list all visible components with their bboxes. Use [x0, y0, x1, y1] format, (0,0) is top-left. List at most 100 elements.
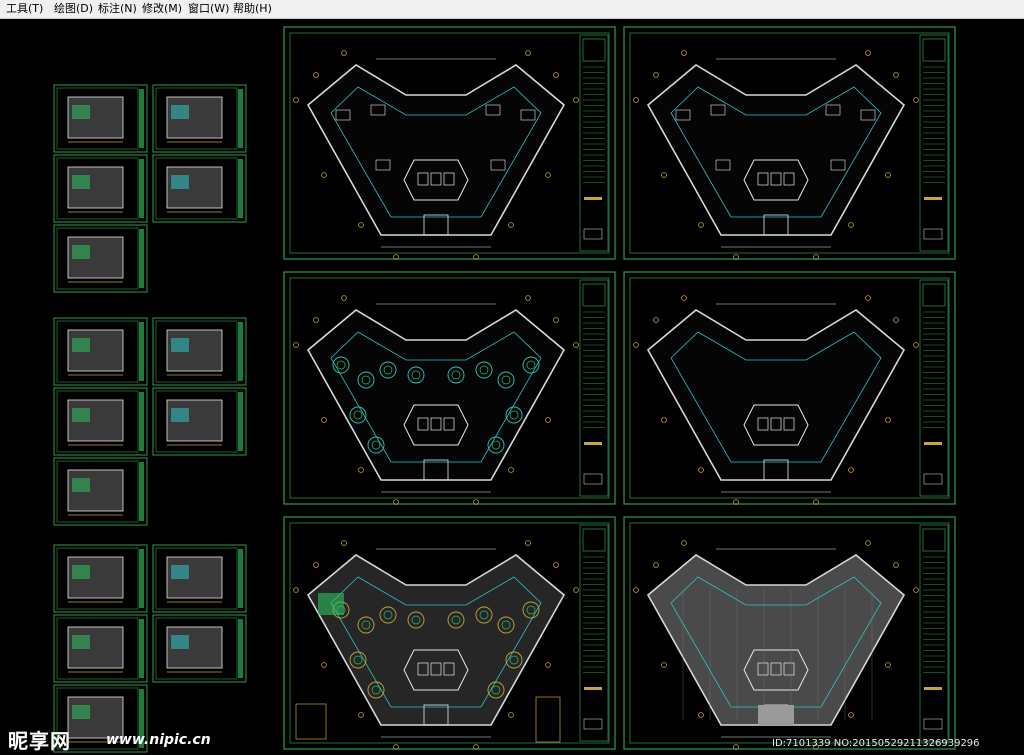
title-block-stamp [583, 473, 603, 485]
grid-bubble [698, 222, 704, 228]
grid-bubble [633, 587, 639, 593]
grid-bubble [358, 467, 364, 473]
floor-plan-outline [306, 309, 566, 481]
title-block-stamp [583, 228, 603, 240]
title-block-logo [582, 38, 606, 62]
title-block-logo [582, 283, 606, 307]
grid-bubble [698, 712, 704, 718]
thumbnail-group [53, 317, 247, 526]
plan-sheet [623, 26, 956, 260]
title-block-stamp [923, 718, 943, 730]
grid-bubble [653, 562, 659, 568]
thumbnail-group [53, 544, 247, 753]
menu-bar: 工具(T) 绘图(D) 标注(N) 修改(M) 窗口(W) 帮助(H) [0, 0, 1024, 19]
thumbnail-title-strip [139, 89, 144, 148]
grid-bubble [865, 295, 871, 301]
entrance-floor [758, 705, 794, 725]
grid-bubble [661, 662, 667, 668]
title-block [579, 34, 609, 252]
title-block-logo [582, 528, 606, 552]
grid-bubble [508, 222, 514, 228]
drawing-canvas[interactable] [0, 19, 1024, 755]
watermark-id: ID:7101339 NO:20150529211326939296 [772, 738, 980, 749]
grid-bubble [525, 540, 531, 546]
menu-modify[interactable]: 修改(M) [142, 2, 182, 15]
thumbnail-detail [72, 105, 90, 119]
grid-bubble [661, 417, 667, 423]
thumbnail-group [53, 84, 247, 293]
grid-bubble [313, 317, 319, 323]
grid-bubble [913, 587, 919, 593]
thumbnail-detail [72, 705, 90, 719]
thumbnail-detail [72, 338, 90, 352]
title-block [579, 279, 609, 497]
plan-sheet [283, 516, 616, 750]
grid-bubble [341, 295, 347, 301]
thumbnail-title-strip [139, 462, 144, 521]
legend-box [535, 696, 561, 743]
menu-help[interactable]: 帮助(H) [233, 2, 272, 15]
grid-bubble [653, 317, 659, 323]
grid-bubble [913, 97, 919, 103]
grid-bubble [885, 172, 891, 178]
grid-bubble [848, 712, 854, 718]
watermark-url: www.nipic.cn [106, 732, 211, 748]
grid-bubble [545, 417, 551, 423]
grid-bubble [525, 50, 531, 56]
grid-bubble [698, 467, 704, 473]
thumbnail-title-strip [238, 89, 243, 148]
grid-bubble [293, 97, 299, 103]
legend-box [295, 703, 327, 740]
thumbnail-detail [171, 338, 189, 352]
title-block-label [924, 687, 942, 690]
grid-bubble [293, 587, 299, 593]
grid-bubble [653, 72, 659, 78]
grid-bubble [358, 222, 364, 228]
thumbnail-detail [72, 175, 90, 189]
thumbnail-detail [171, 565, 189, 579]
grid-bubble [358, 712, 364, 718]
grid-bubble [545, 662, 551, 668]
menu-window[interactable]: 窗口(W) [188, 2, 229, 15]
grid-bubble [508, 467, 514, 473]
thumbnail-title-strip [139, 159, 144, 218]
thumbnail-detail [171, 105, 189, 119]
title-block-stamp [923, 228, 943, 240]
thumbnail-detail [72, 245, 90, 259]
grid-bubble [321, 417, 327, 423]
title-block-stamp [923, 473, 943, 485]
thumbnail-detail [171, 635, 189, 649]
thumbnail-detail [72, 565, 90, 579]
thumbnail-title-strip [238, 159, 243, 218]
grid-bubble [321, 662, 327, 668]
thumbnail-title-strip [238, 392, 243, 451]
thumbnail-title-strip [139, 322, 144, 381]
grid-bubble [913, 342, 919, 348]
title-block-logo [922, 528, 946, 552]
title-block-label [924, 442, 942, 445]
plan-sheet [283, 26, 616, 260]
menu-tools[interactable]: 工具(T) [6, 2, 43, 15]
grid-bubble [313, 72, 319, 78]
grid-bubble [633, 97, 639, 103]
grid-bubble [681, 50, 687, 56]
floor-plan-outline [646, 64, 906, 236]
thumbnail-title-strip [139, 549, 144, 608]
floor-plan-outline [306, 554, 566, 726]
title-block-label [584, 197, 602, 200]
grid-bubble [865, 50, 871, 56]
floor-plan-outline [646, 554, 906, 726]
title-block [919, 524, 949, 742]
thumbnail-title-strip [238, 322, 243, 381]
grid-bubble [865, 540, 871, 546]
menu-dimension[interactable]: 标注(N) [98, 2, 137, 15]
grid-bubble [553, 562, 559, 568]
grid-bubble [633, 342, 639, 348]
title-block-stamp [583, 718, 603, 730]
cad-drawing [53, 26, 956, 753]
grid-bubble [293, 342, 299, 348]
floor-plan-outline [646, 309, 906, 481]
green-room [318, 593, 344, 615]
menu-draw[interactable]: 绘图(D) [54, 2, 93, 15]
title-block-label [924, 197, 942, 200]
